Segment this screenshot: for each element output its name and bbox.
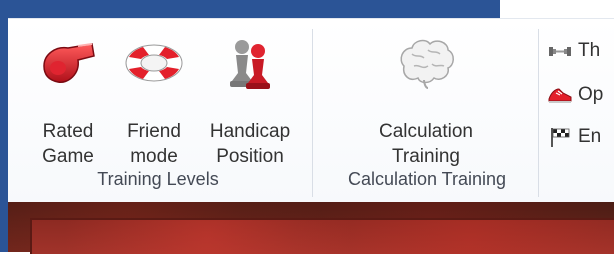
handicap-position-button[interactable]: Handicap Position	[200, 33, 300, 169]
small-button-op[interactable]: Op	[546, 80, 603, 110]
ribbon: Rated Game Friend mode Handicap Position…	[8, 18, 614, 203]
calculation-training-button[interactable]: Calculation Training	[361, 33, 491, 169]
group-label-calculation-training: Calculation Training	[347, 169, 507, 189]
whistle-icon	[28, 33, 108, 93]
window-left-border	[0, 18, 8, 252]
pawns-icon	[200, 33, 300, 93]
running-shoe-icon	[546, 81, 574, 109]
lifebuoy-icon	[114, 33, 194, 93]
active-tab-bar	[0, 0, 500, 18]
group-calculation-training: Calculation Training Calculation Trainin…	[316, 19, 538, 203]
dumbbell-icon	[546, 37, 574, 65]
small-button-th[interactable]: Th	[546, 36, 600, 66]
friend-mode-button[interactable]: Friend mode	[114, 33, 194, 169]
chequered-flag-icon	[546, 123, 574, 151]
brain-icon	[361, 33, 491, 93]
board-surface[interactable]	[30, 218, 614, 254]
small-button-en[interactable]: En	[546, 122, 601, 152]
chess-board-area	[8, 202, 614, 254]
group-training-levels: Rated Game Friend mode Handicap Position…	[8, 19, 308, 203]
rated-game-button[interactable]: Rated Game	[28, 33, 108, 169]
group-label-training-levels: Training Levels	[97, 169, 219, 189]
group-separator	[538, 29, 539, 197]
group-separator	[312, 29, 313, 197]
